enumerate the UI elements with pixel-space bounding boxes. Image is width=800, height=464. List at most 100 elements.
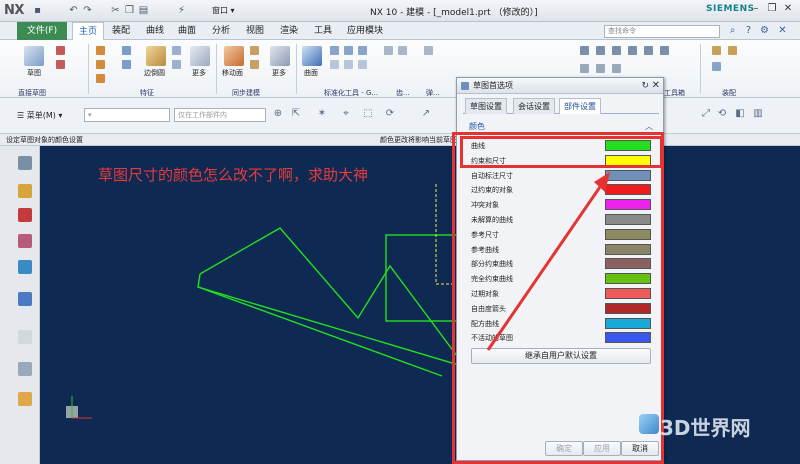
cut-icon[interactable]: ✂ xyxy=(110,5,121,16)
gear-tool-icon[interactable] xyxy=(384,46,393,55)
fit-view-icon[interactable]: ⤢ xyxy=(700,108,712,120)
status-left: 设定草图对象的颜色设置 xyxy=(6,136,83,144)
line-icon[interactable] xyxy=(56,60,65,69)
undo-icon[interactable]: ↶ xyxy=(68,5,79,16)
type-filter-select[interactable]: ▾ xyxy=(84,108,170,122)
select-icon[interactable]: ⇱ xyxy=(290,108,302,120)
web-browser-icon[interactable] xyxy=(18,292,32,306)
gc-tool-icon-6[interactable] xyxy=(358,60,367,69)
unite-icon[interactable] xyxy=(122,46,131,55)
extrude-icon[interactable] xyxy=(96,46,105,55)
assembly-icon-2[interactable] xyxy=(728,46,737,55)
tab-render[interactable]: 渲染 xyxy=(274,22,304,40)
toolbox-icon-8[interactable] xyxy=(596,64,605,73)
delete-face-icon[interactable] xyxy=(250,60,259,69)
more-sync-label: 更多 xyxy=(272,69,286,77)
toolbox-icon-6[interactable] xyxy=(660,46,669,55)
tab-tools[interactable]: 工具 xyxy=(308,22,338,40)
toolbox-icon-2[interactable] xyxy=(596,46,605,55)
toolbox-icon-4[interactable] xyxy=(628,46,637,55)
close-dialog-icon[interactable]: ✕ xyxy=(652,78,660,94)
snap-icon[interactable]: ✶ xyxy=(316,108,328,120)
tab-part-settings[interactable]: 部件设置 xyxy=(559,98,601,114)
window-menu[interactable]: 窗口 ▾ xyxy=(212,5,235,16)
layer-icon[interactable]: ▥ xyxy=(752,108,764,120)
toolbox-icon-5[interactable] xyxy=(644,46,653,55)
tab-surface[interactable]: 曲面 xyxy=(172,22,202,40)
command-search-input[interactable]: 查找命令 xyxy=(604,25,720,38)
spring-tool-icon[interactable] xyxy=(424,46,433,55)
refresh-icon[interactable]: ⟲ xyxy=(716,108,728,120)
shading-icon[interactable]: ◧ xyxy=(734,108,746,120)
tab-sketch-settings[interactable]: 草图设置 xyxy=(465,98,507,114)
paste-icon[interactable]: ▤ xyxy=(138,5,149,16)
search-icon[interactable]: ⌕ xyxy=(726,24,739,37)
move-face-icon[interactable] xyxy=(224,46,244,66)
watermark-logo xyxy=(639,414,659,434)
pull-face-icon[interactable] xyxy=(250,46,259,55)
menu-button[interactable]: ☰ 菜单(M) ▾ xyxy=(17,110,62,121)
gc-tool-icon-3[interactable] xyxy=(358,46,367,55)
process-studio-icon[interactable] xyxy=(18,392,32,406)
hole-icon[interactable] xyxy=(96,60,105,69)
sketch-curve-closing xyxy=(197,286,443,377)
nx-logo: NX xyxy=(4,3,24,18)
selection-scope-select[interactable]: 仅在工作部件内 xyxy=(174,108,266,122)
more-features-icon[interactable] xyxy=(190,46,210,66)
reset-icon[interactable]: ↻ xyxy=(641,78,649,94)
tab-view[interactable]: 视图 xyxy=(240,22,270,40)
copy-icon[interactable]: ❐ xyxy=(124,5,135,16)
toolbox-icon-9[interactable] xyxy=(612,64,621,73)
minimize-button[interactable]: – xyxy=(748,2,764,16)
arrow-icon[interactable]: ↗ xyxy=(420,108,432,120)
tab-home[interactable]: 主页 xyxy=(72,22,104,40)
restore-button[interactable]: ❐ xyxy=(764,2,780,16)
repeat-command-icon[interactable]: ⚡ xyxy=(176,5,187,16)
tab-application[interactable]: 应用模块 xyxy=(342,22,388,40)
resource-bar xyxy=(0,146,40,464)
surface-icon[interactable] xyxy=(302,46,322,66)
close-doc-icon[interactable]: ✕ xyxy=(776,24,789,37)
assembly-navigator-icon[interactable] xyxy=(18,184,32,198)
help-icon[interactable]: ? xyxy=(742,24,755,37)
close-window-button[interactable]: ✕ xyxy=(780,2,796,16)
file-menu-button[interactable]: 文件(F) xyxy=(17,22,67,40)
gc-tool-icon-2[interactable] xyxy=(344,46,353,55)
rotate-icon[interactable]: ⟳ xyxy=(384,108,396,120)
history-icon[interactable] xyxy=(18,330,32,344)
assembly-icon-3[interactable] xyxy=(712,62,721,71)
box-select-icon[interactable]: ⬚ xyxy=(362,108,374,120)
profile-icon[interactable] xyxy=(56,46,65,55)
tab-curve[interactable]: 曲线 xyxy=(140,22,170,40)
gc-tool-icon-1[interactable] xyxy=(330,46,339,55)
toolbox-icon-3[interactable] xyxy=(612,46,621,55)
system-materials-icon[interactable] xyxy=(18,362,32,376)
constraint-navigator-icon[interactable] xyxy=(18,208,32,222)
more-sync-icon[interactable] xyxy=(270,46,290,66)
subtract-icon[interactable] xyxy=(122,60,131,69)
toolbox-icon-7[interactable] xyxy=(580,64,589,73)
chamfer-icon[interactable] xyxy=(172,46,181,55)
gear-tool-icon-2[interactable] xyxy=(398,46,407,55)
part-navigator-icon[interactable] xyxy=(18,234,32,248)
tab-session-settings[interactable]: 会话设置 xyxy=(513,98,555,114)
filter-icon[interactable]: ⊕ xyxy=(272,108,284,120)
reuse-library-icon[interactable] xyxy=(18,260,32,274)
gc-tool-icon-5[interactable] xyxy=(344,60,353,69)
tab-analysis[interactable]: 分析 xyxy=(206,22,236,40)
edge-blend-icon[interactable] xyxy=(146,46,166,66)
boolean-icon[interactable] xyxy=(96,74,105,83)
assembly-icon-1[interactable] xyxy=(712,46,721,55)
title-bar: NX ▪ ↶ ↷ ✂ ❐ ▤ ⚡ 窗口 ▾ NX 10 - 建模 - [_mod… xyxy=(0,0,800,22)
snap-point-icon[interactable]: ⌖ xyxy=(340,108,352,120)
sketch-icon[interactable] xyxy=(24,46,44,66)
toolbox-icon-1[interactable] xyxy=(580,46,589,55)
selection-toolbar: ☰ 菜单(M) ▾ ▾ 仅在工作部件内 ⊕ ⇱ ✶ ⌖ ⬚ ⟳ ↗ ⤢ ⟲ ◧ … xyxy=(0,98,800,134)
redo-icon[interactable]: ↷ xyxy=(82,5,93,16)
save-icon[interactable]: ▪ xyxy=(32,5,43,16)
tab-assembly[interactable]: 装配 xyxy=(106,22,136,40)
gc-tool-icon-4[interactable] xyxy=(330,60,339,69)
shell-icon[interactable] xyxy=(172,60,181,69)
resource-settings-icon[interactable] xyxy=(18,156,32,170)
settings-icon[interactable]: ⚙ xyxy=(758,24,771,37)
